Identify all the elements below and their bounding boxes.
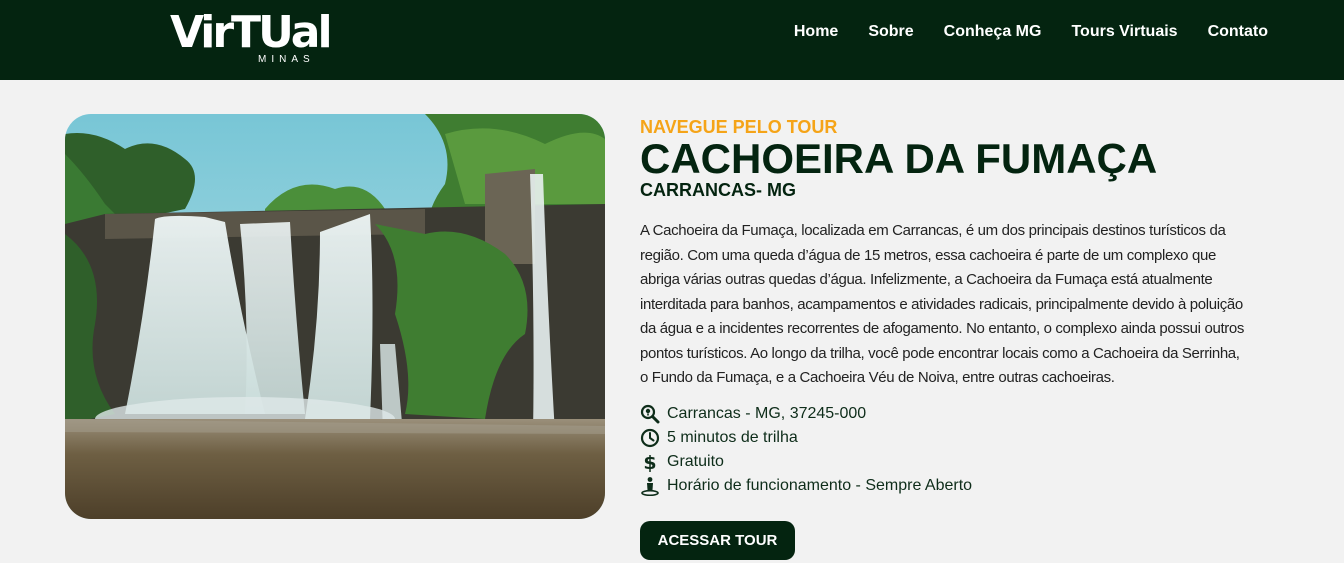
site-logo[interactable]: VirTUal MINAS — [170, 8, 333, 68]
nav-tours-virtuais[interactable]: Tours Virtuais — [1071, 22, 1177, 42]
access-tour-button[interactable]: ACESSAR TOUR — [640, 521, 795, 560]
info-price-text: Gratuito — [667, 453, 724, 470]
clock-icon — [640, 428, 660, 448]
logo-wordmark: VirTUal — [170, 7, 333, 58]
page-title: CACHOEIRA DA FUMAÇA — [640, 135, 1158, 182]
info-item-price: $ Gratuito — [640, 450, 972, 474]
waterfall-photo — [65, 114, 605, 519]
nav-conheca-mg[interactable]: Conheça MG — [944, 22, 1042, 42]
info-list: Carrancas - MG, 37245-000 5 minutos de t… — [640, 402, 972, 498]
location-subtitle: CARRANCAS- MG — [640, 180, 796, 200]
info-item-hours: Horário de funcionamento - Sempre Aberto — [640, 474, 972, 498]
waterfall-illustration — [65, 114, 605, 519]
info-trail-text: 5 minutos de trilha — [667, 429, 798, 446]
info-item-address: Carrancas - MG, 37245-000 — [640, 402, 972, 426]
main-nav: Home Sobre Conheça MG Tours Virtuais Con… — [794, 22, 1268, 42]
logo-subtitle: MINAS — [258, 54, 315, 65]
info-item-trail: 5 minutos de trilha — [640, 426, 972, 450]
info-hours-text: Horário de funcionamento - Sempre Aberto — [667, 477, 973, 494]
nav-contato[interactable]: Contato — [1208, 22, 1268, 42]
svg-text:$: $ — [643, 452, 656, 472]
section-eyebrow: NAVEGUE PELO TOUR — [640, 117, 838, 137]
description-text: A Cachoeira da Fumaça, localizada em Car… — [640, 222, 1245, 386]
info-address-text: Carrancas - MG, 37245-000 — [667, 405, 867, 422]
location-search-icon — [640, 404, 660, 424]
nav-sobre[interactable]: Sobre — [868, 22, 913, 42]
site-header: VirTUal MINAS Home Sobre Conheça MG Tour… — [0, 0, 1344, 80]
dollar-icon: $ — [643, 452, 656, 472]
nav-home[interactable]: Home — [794, 22, 838, 42]
person-pin-icon — [641, 477, 659, 496]
